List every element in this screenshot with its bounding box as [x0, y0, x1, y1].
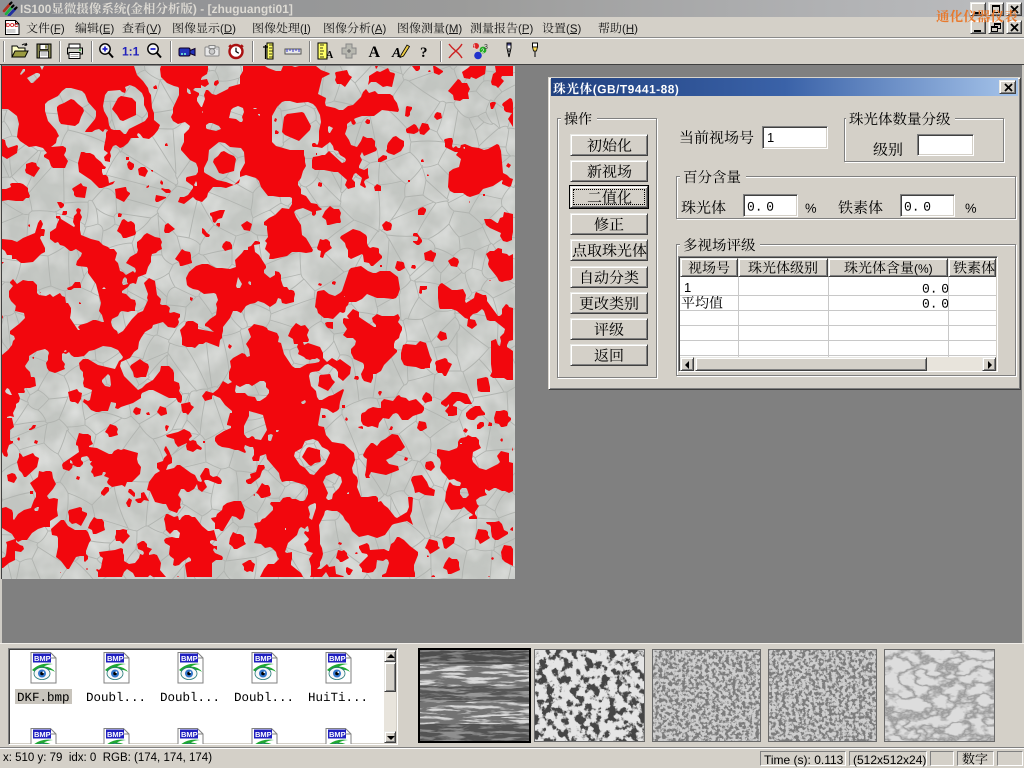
- svg-text:BMP: BMP: [107, 654, 124, 663]
- svg-text:BMP: BMP: [34, 654, 51, 663]
- svg-text:BMP: BMP: [34, 730, 51, 739]
- svg-text:BMP: BMP: [255, 654, 272, 663]
- svg-text:A: A: [391, 46, 401, 61]
- svg-text:A: A: [326, 50, 334, 61]
- svg-text:?: ?: [420, 45, 428, 61]
- svg-text:3: 3: [484, 44, 488, 51]
- svg-text:A: A: [369, 44, 381, 61]
- svg-text:1:1: 1:1: [122, 45, 140, 59]
- svg-text:BMP: BMP: [329, 654, 346, 663]
- svg-text:BMP: BMP: [181, 654, 198, 663]
- svg-text:DOC: DOC: [6, 23, 18, 29]
- svg-text:BMP: BMP: [255, 730, 272, 739]
- svg-text:BMP: BMP: [107, 730, 124, 739]
- svg-text:BMP: BMP: [181, 730, 198, 739]
- svg-text:BMP: BMP: [329, 730, 346, 739]
